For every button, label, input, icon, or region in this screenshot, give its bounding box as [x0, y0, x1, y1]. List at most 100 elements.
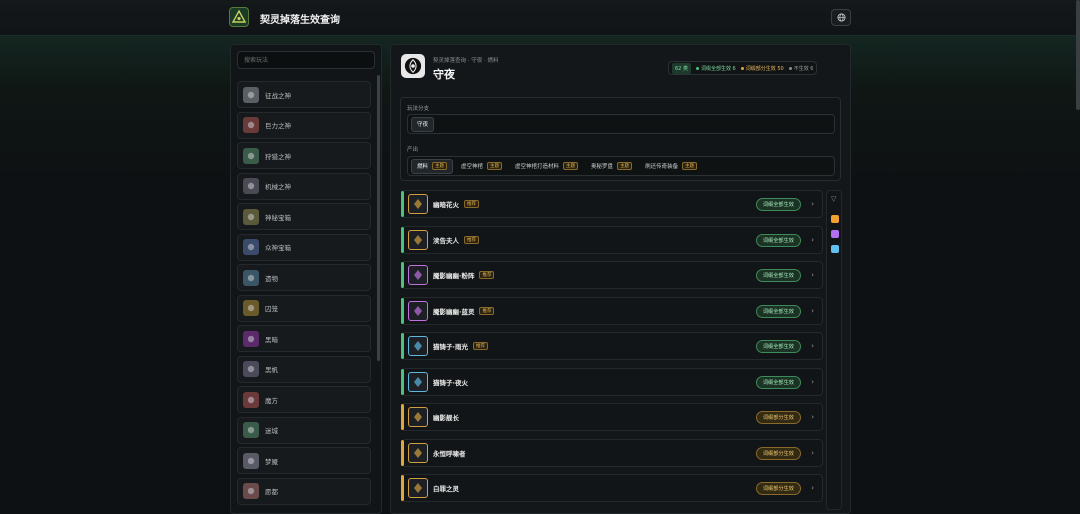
shadow-blue-icon	[408, 300, 428, 321]
rarity-filter-swatch[interactable]	[831, 230, 839, 238]
sidebar-item[interactable]: 黑帆	[237, 355, 371, 383]
stats-full: 词缀全部生效 6	[695, 65, 736, 72]
maze-city-icon	[243, 422, 259, 438]
might-god-icon	[243, 117, 259, 133]
status-badge: 词缀全部生效	[755, 198, 801, 211]
cage-icon	[243, 300, 259, 316]
table-row[interactable]: 白罪之灵 词缀部分生效 ›	[401, 474, 823, 502]
row-name: 幽暗花火	[433, 201, 459, 209]
row-name: 魇影幽幽·粉阵	[433, 272, 475, 280]
output-chip[interactable]: 奥秘罗盘 主题	[586, 159, 637, 174]
row-name: 魇影幽幽·蓝灵	[433, 307, 475, 316]
chevron-right-icon[interactable]: ›	[811, 413, 814, 421]
table-row[interactable]: 幽暗花火 推荐 词缀全部生效 ›	[401, 190, 823, 218]
sidebar-item-label: 遗物	[265, 274, 278, 283]
mystery-chest-icon	[243, 208, 259, 225]
rarity-filter-swatch[interactable]	[831, 245, 839, 253]
search-input[interactable]	[237, 51, 375, 69]
sidebar-item[interactable]: 狩猎之神	[237, 142, 371, 169]
status-badge: 词缀全部生效	[755, 269, 801, 282]
magic-cube-icon	[243, 391, 259, 408]
wish-city-icon	[243, 483, 259, 499]
war-god-icon	[243, 86, 259, 103]
status-badge: 词缀全部生效	[755, 233, 801, 247]
output-label: 产出	[407, 147, 419, 153]
chevron-right-icon[interactable]: ›	[811, 200, 814, 208]
sidebar-item[interactable]: 神秘宝箱	[237, 203, 371, 230]
branch-chip[interactable]: 守夜	[411, 116, 435, 132]
app-logo-icon[interactable]	[229, 7, 249, 27]
status-badge: 词缀全部生效	[755, 340, 801, 353]
ghost-captain-icon	[408, 407, 428, 427]
output-chip[interactable]: 虚空神棺 主题	[456, 159, 507, 174]
status-bar	[401, 226, 404, 253]
sidebar-item[interactable]: 黑暗	[237, 325, 371, 352]
full-dot-icon	[695, 66, 699, 70]
cat-night-icon	[408, 371, 428, 392]
sidebar-item[interactable]: 征战之神	[237, 81, 371, 108]
sidebar-item[interactable]: 机械之神	[237, 172, 371, 200]
breadcrumb: 契灵掉落查询 · 守夜 · 燃料	[433, 58, 499, 64]
output-chip[interactable]: 燃料 主题	[411, 158, 454, 174]
sidebar-item-label: 神秘宝箱	[265, 213, 291, 222]
filter-icon[interactable]: ▽	[831, 195, 836, 203]
branch-row: 守夜	[407, 114, 835, 134]
table-row[interactable]: 魇影幽幽·粉阵 推荐 词缀全部生效 ›	[401, 261, 823, 289]
chevron-right-icon[interactable]: ›	[811, 342, 814, 350]
status-bar	[401, 439, 404, 466]
branch-label: 玩法分支	[407, 106, 430, 112]
sidebar-item-label: 囚笼	[265, 305, 278, 313]
sidebar-scrollbar[interactable]	[377, 75, 380, 361]
sidebar-item[interactable]: 巨力之神	[237, 111, 371, 139]
status-badge: 词缀部分生效	[755, 482, 801, 495]
table-row[interactable]: 渎告夫人 推荐 词缀全部生效 ›	[401, 225, 823, 254]
sidebar-item[interactable]: 遗物	[237, 264, 371, 291]
sidebar-item-label: 迷城	[265, 427, 278, 435]
sidebar-item-label: 魔方	[265, 396, 278, 405]
sidebar-item[interactable]: 魔方	[237, 386, 371, 413]
sidebar-item[interactable]: 众神宝箱	[237, 233, 371, 261]
status-badge: 词缀全部生效	[755, 304, 801, 318]
language-button[interactable]	[831, 9, 851, 26]
machine-god-icon	[243, 178, 259, 194]
sidebar-item-label: 梦魇	[265, 457, 278, 466]
sidebar-item-label: 众神宝箱	[265, 244, 291, 252]
status-badge: 词缀全部生效	[755, 375, 801, 389]
table-row[interactable]: 魇影幽幽·蓝灵 推荐 词缀全部生效 ›	[401, 296, 823, 325]
rarity-filter-swatch[interactable]	[831, 215, 839, 223]
recommend-tag: 推荐	[472, 342, 488, 350]
darkness-icon	[243, 330, 259, 347]
output-chip[interactable]: 刷还传奇装备 主题	[640, 159, 702, 174]
sidebar: 征战之神巨力之神狩猎之神机械之神神秘宝箱众神宝箱遗物囚笼黑暗黑帆魔方迷城梦魇愿都	[230, 44, 382, 514]
chevron-right-icon[interactable]: ›	[811, 236, 814, 244]
status-badge: 词缀部分生效	[755, 411, 801, 424]
madam-icon	[408, 229, 428, 250]
chevron-right-icon[interactable]: ›	[811, 378, 814, 386]
table-row[interactable]: 幽影舰长 词缀部分生效 ›	[401, 403, 823, 431]
row-name: 猫铸子·夜火	[433, 378, 468, 387]
sidebar-item[interactable]: 囚笼	[237, 294, 371, 322]
chevron-right-icon[interactable]: ›	[811, 307, 814, 315]
table-row[interactable]: 猫铸子·夜火 词缀全部生效 ›	[401, 367, 823, 396]
chevron-right-icon[interactable]: ›	[811, 484, 814, 492]
theme-tag: 主题	[563, 162, 579, 170]
output-chip[interactable]: 虚空神棺打造材料 主题	[510, 159, 583, 174]
chevron-right-icon[interactable]: ›	[811, 449, 814, 457]
sidebar-item[interactable]: 迷城	[237, 416, 371, 444]
row-name: 幽影舰长	[433, 414, 459, 422]
status-bar	[401, 262, 404, 288]
page-scrollbar[interactable]	[1076, 0, 1080, 110]
black-sail-icon	[243, 361, 259, 377]
sidebar-item-label: 黑暗	[265, 335, 278, 344]
table-row[interactable]: 永恒呼啸者 词缀部分生效 ›	[401, 438, 823, 467]
chevron-right-icon[interactable]: ›	[811, 271, 814, 279]
sidebar-list: 征战之神巨力之神狩猎之神机械之神神秘宝箱众神宝箱遗物囚笼黑暗黑帆魔方迷城梦魇愿都	[237, 81, 371, 508]
sidebar-item-label: 机械之神	[265, 183, 291, 191]
sidebar-item[interactable]: 梦魇	[237, 447, 371, 474]
row-name: 渎告夫人	[433, 236, 459, 245]
main-panel: 契灵掉落查询 · 守夜 · 燃料 守夜 62 类 词缀全部生效 6 词缀部分生效…	[390, 44, 851, 514]
row-name: 永恒呼啸者	[433, 449, 466, 458]
sidebar-item[interactable]: 愿都	[237, 477, 371, 505]
status-badge: 词缀部分生效	[755, 446, 801, 460]
table-row[interactable]: 猫铸子·雨光 推荐 词缀全部生效 ›	[401, 332, 823, 360]
